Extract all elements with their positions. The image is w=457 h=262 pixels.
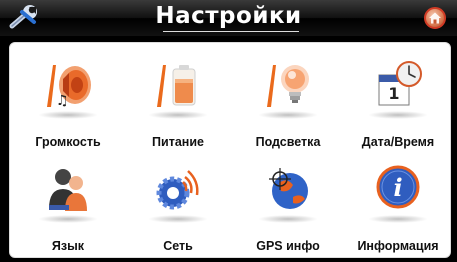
item-label: GPS инфо (256, 239, 320, 253)
item-volume[interactable]: ♫ Громкость (16, 59, 120, 159)
item-gps-info[interactable]: GPS инфо (236, 163, 340, 253)
globe-crosshair-icon (269, 168, 308, 209)
icon-shadow (368, 111, 428, 119)
home-icon (429, 12, 441, 24)
item-label: Громкость (35, 135, 101, 149)
users-icon (49, 169, 87, 211)
network-gear-icon (156, 170, 199, 210)
battery-icon (157, 65, 196, 107)
icon-shadow (258, 111, 318, 119)
home-button[interactable] (424, 7, 446, 29)
page-title: Настройки (155, 3, 302, 29)
icon-shadow (368, 215, 428, 223)
svg-text:♫: ♫ (56, 93, 69, 109)
info-icon: i (376, 165, 420, 209)
icon-shadow (148, 111, 208, 119)
item-label: Подсветка (255, 135, 321, 149)
item-label: Дата/Время (361, 135, 435, 149)
item-language[interactable]: Язык (16, 163, 120, 253)
item-label: Питание (152, 135, 204, 149)
item-information[interactable]: i Информация (346, 163, 450, 253)
icon-shadow (258, 215, 318, 223)
svg-text:1: 1 (388, 84, 399, 103)
settings-screen: Настройки ♫ Громкость Питание Подсветка … (0, 0, 457, 262)
speaker-icon: ♫ (47, 65, 91, 109)
title-bar: Настройки (0, 0, 457, 36)
item-datetime[interactable]: 1 Дата/Время (346, 59, 450, 159)
icon-shadow (38, 111, 98, 119)
item-power[interactable]: Питание (126, 59, 230, 159)
icon-shadow (148, 215, 208, 223)
lightbulb-icon (267, 65, 309, 107)
svg-text:i: i (393, 173, 402, 202)
settings-panel: ♫ Громкость Питание Подсветка 1 Дата/Вре… (9, 42, 451, 258)
icon-shadow (38, 215, 98, 223)
title-underline (163, 31, 299, 32)
item-network[interactable]: Сеть (126, 163, 230, 253)
item-label: Язык (51, 239, 85, 253)
item-label: Сеть (163, 239, 193, 253)
item-backlight[interactable]: Подсветка (236, 59, 340, 159)
calendar-clock-icon: 1 (378, 61, 422, 106)
item-label: Информация (357, 239, 439, 253)
